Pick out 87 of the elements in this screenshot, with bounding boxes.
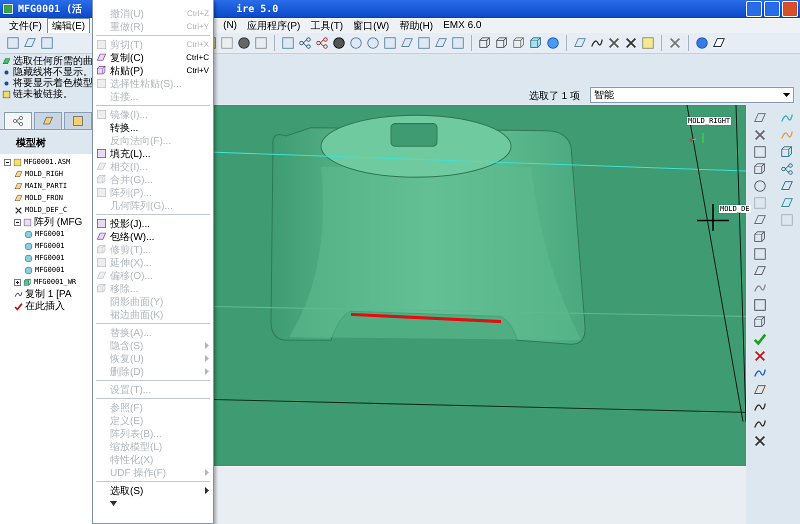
coordinate-axes-icon <box>690 132 704 144</box>
tool-icon <box>96 52 107 63</box>
panel-tab[interactable] <box>64 112 92 129</box>
panel-title: 模型树 <box>16 138 46 149</box>
menu-item[interactable]: EMX 6.0 <box>438 19 486 32</box>
minimize-button[interactable] <box>746 1 762 17</box>
coordinate-system-icon[interactable] <box>624 36 638 50</box>
surface-icon[interactable] <box>780 196 794 210</box>
tool-icon <box>96 218 107 229</box>
tool-icon <box>96 270 107 281</box>
menu-item[interactable]: 工具(T) <box>305 18 348 34</box>
menu-item[interactable]: (N) <box>218 19 242 32</box>
tool-icon <box>96 39 107 50</box>
filter-dropdown[interactable]: 智能 <box>590 87 794 103</box>
shortcut-text: Ctrl+C <box>186 53 209 62</box>
maximize-button[interactable] <box>764 1 780 17</box>
message-text: 将要显示着色模型 <box>13 78 93 89</box>
clipboard-icon[interactable] <box>220 36 234 50</box>
bullet-icon <box>2 68 11 77</box>
menu-option[interactable]: 复制(C) <box>110 50 184 64</box>
tree-icon <box>12 115 24 127</box>
tool-icon <box>96 78 107 89</box>
panel-tab[interactable] <box>4 112 32 129</box>
pattern-icon <box>23 218 32 226</box>
surface-icon[interactable] <box>780 179 794 193</box>
datum-plane-icon[interactable] <box>573 36 587 50</box>
menu-item[interactable]: 应用程序(P) <box>242 18 306 34</box>
tool-icon <box>96 187 107 198</box>
tree-item[interactable]: 阵列 (MFG <box>34 215 82 229</box>
collapse-icon[interactable] <box>14 218 21 226</box>
nodes-icon[interactable] <box>315 36 329 50</box>
message-text: 链未被链接。 <box>13 89 73 100</box>
tool-icon <box>96 148 107 159</box>
tool-icon <box>96 244 107 255</box>
workpiece-icon <box>23 278 32 286</box>
cube-icon[interactable] <box>512 36 526 50</box>
block-icon[interactable] <box>752 162 766 176</box>
network-nodes-icon[interactable] <box>298 36 312 50</box>
tool-icon <box>96 65 107 76</box>
shortcut-text: Ctrl+Z <box>187 9 209 18</box>
block-icon[interactable] <box>752 230 766 244</box>
message-text: 选取任何所需的曲 <box>13 56 93 67</box>
tool-icon <box>96 283 107 294</box>
window-title: MFG0001 (活 <box>18 2 82 16</box>
checkmark-icon[interactable] <box>752 332 766 346</box>
wireframe-cube-icon[interactable] <box>478 36 492 50</box>
slab-icon[interactable] <box>752 145 766 159</box>
shortcut-text: Ctrl+Y <box>186 22 209 31</box>
window-title: ire 5.0 <box>236 4 278 14</box>
panel-tab[interactable] <box>34 112 62 129</box>
bullet-icon <box>2 79 11 88</box>
datum-plane-icon[interactable] <box>752 383 766 397</box>
submenu-arrow-icon <box>205 469 209 476</box>
sphere-icon[interactable] <box>332 36 346 50</box>
app-icon <box>2 3 14 15</box>
menu-item[interactable]: 文件(F) <box>4 18 47 34</box>
menu-option[interactable]: 粘贴(P) <box>110 64 185 78</box>
tool-icon <box>96 161 107 172</box>
expand-menu-icon[interactable] <box>110 501 117 506</box>
tool-icon <box>96 257 107 268</box>
caret-icon <box>783 93 790 97</box>
menu-item[interactable]: 窗口(W) <box>348 18 394 34</box>
cube-icon[interactable] <box>495 36 509 50</box>
window-icon[interactable] <box>281 36 295 50</box>
close-button[interactable] <box>782 1 798 17</box>
menu-item[interactable]: 帮助(H) <box>394 18 438 34</box>
shaded-cube-icon[interactable] <box>529 36 543 50</box>
tree-item[interactable]: 在此插入 <box>25 299 65 313</box>
assembly-icon <box>13 158 22 166</box>
blob-icon[interactable] <box>752 179 766 193</box>
shortcut-text: Ctrl+V <box>186 66 209 75</box>
menu-option[interactable]: 选取(S) <box>110 484 203 498</box>
collapse-icon[interactable] <box>4 158 11 166</box>
menu-item[interactable]: 编辑(E) <box>46 18 90 34</box>
tool-icon <box>96 109 107 120</box>
tool-icon <box>96 231 107 242</box>
message-text: 隐藏线将不显示。 <box>13 67 93 78</box>
shortcut-text: Ctrl+X <box>186 40 209 49</box>
cube-icon[interactable] <box>752 315 766 329</box>
cube-icon[interactable] <box>780 145 794 159</box>
submenu-arrow-icon <box>205 487 209 494</box>
close-icon[interactable] <box>752 349 766 363</box>
selection-status: 选取了 1 项 <box>528 90 580 103</box>
tool-icon <box>96 174 107 185</box>
coordinate-system-icon <box>14 206 23 214</box>
tree-item[interactable]: 复制 1 [PA <box>25 287 72 301</box>
expand-icon[interactable] <box>14 278 21 286</box>
